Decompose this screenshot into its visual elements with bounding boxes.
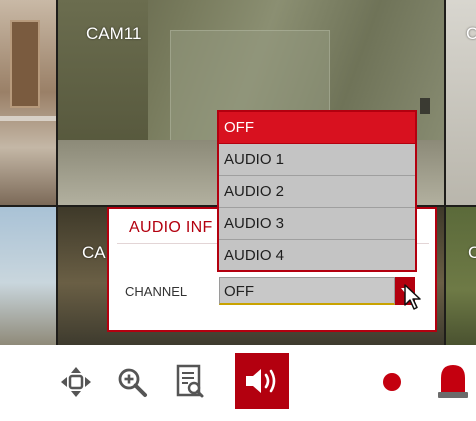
- scene-door: [10, 20, 40, 108]
- alarm-icon[interactable]: [434, 359, 472, 403]
- mouse-cursor-icon: [404, 284, 421, 310]
- camera-label-top-right: C: [466, 24, 476, 43]
- dropdown-option-off[interactable]: OFF: [219, 112, 415, 144]
- channel-dropdown-list: OFF AUDIO 1 AUDIO 2 AUDIO 3 AUDIO 4: [217, 110, 417, 272]
- camera-tile-top-left[interactable]: [0, 0, 56, 205]
- camera-label-bottom-right: C: [468, 243, 476, 262]
- camera-tile-top-right[interactable]: C: [446, 0, 476, 205]
- record-icon[interactable]: [378, 368, 406, 396]
- camera-label-bottom-middle: CA: [82, 243, 106, 262]
- speaker-icon[interactable]: [235, 353, 289, 409]
- dropdown-option-audio-4[interactable]: AUDIO 4: [219, 240, 415, 272]
- move-icon[interactable]: [58, 364, 94, 400]
- channel-select[interactable]: OFF: [219, 277, 395, 305]
- camera-tile-bottom-right[interactable]: C: [446, 207, 476, 345]
- scene-rail: [0, 116, 56, 121]
- camera-tile-bottom-left[interactable]: [0, 207, 56, 345]
- channel-label: CHANNEL: [125, 284, 188, 299]
- zoom-in-icon[interactable]: [114, 364, 150, 400]
- dropdown-option-audio-2[interactable]: AUDIO 2: [219, 176, 415, 208]
- dropdown-option-audio-3[interactable]: AUDIO 3: [219, 208, 415, 240]
- dropdown-option-audio-1[interactable]: AUDIO 1: [219, 144, 415, 176]
- camera-label-cam11: CAM11: [86, 24, 142, 43]
- bottom-toolbar: [0, 345, 476, 421]
- scene-switch: [420, 98, 430, 114]
- dialog-title: AUDIO INF: [129, 219, 213, 236]
- search-log-icon[interactable]: [172, 362, 208, 402]
